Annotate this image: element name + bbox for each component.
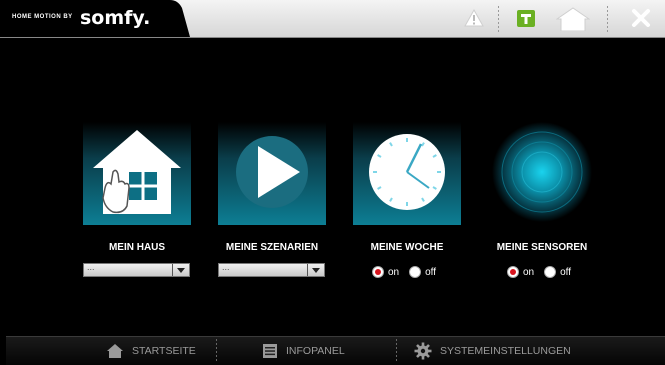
brand-subtitle: HOME MOTION BY [12,14,73,20]
device-icon[interactable] [515,7,537,29]
home-icon [107,344,123,358]
select-value: ... [222,262,230,272]
tile-label-meine-woche: MEINE WOCHE [370,242,444,253]
meine-szenarien-select[interactable]: ... [218,262,325,277]
meine-sensoren-toggle: on off [507,265,577,279]
bottom-separator [216,339,217,363]
clock-icon [369,134,445,210]
mein-haus-select[interactable]: ... [83,262,190,277]
select-value: ... [87,262,95,272]
nav-infopanel[interactable]: INFOPANEL [262,337,345,365]
play-icon [236,136,308,208]
meine-sensoren-on-radio[interactable] [507,266,519,278]
brand-name: somfy. [80,7,151,29]
meine-woche-toggle: on off [372,265,442,279]
tile-mein-haus[interactable] [83,122,191,225]
meine-woche-off-radio[interactable] [409,266,422,278]
nav-systemeinstellungen-label: SYSTEMEINSTELLUNGEN [440,345,571,357]
nav-systemeinstellungen[interactable]: SYSTEMEINSTELLUNGEN [414,337,571,365]
meine-woche-on-radio[interactable] [372,266,384,278]
house-icon [93,130,181,214]
radio-label-on: on [523,266,535,278]
nav-startseite[interactable]: STARTSEITE [106,337,196,365]
home-icon[interactable] [555,7,591,32]
tile-label-meine-sensoren: MEINE SENSOREN [496,242,588,253]
nav-infopanel-label: INFOPANEL [286,345,345,357]
nav-startseite-label: STARTSEITE [132,345,196,357]
tile-meine-szenarien[interactable] [218,122,326,225]
meine-sensoren-off-radio[interactable] [544,266,557,278]
sensor-icon [492,122,592,222]
gear-icon [414,342,432,360]
bottom-separator [396,339,397,363]
radio-label-on: on [388,266,400,278]
chevron-down-icon[interactable] [307,264,324,276]
bottom-bar: STARTSEITE INFOPANEL SYSTEMEINSTELLUNGEN [6,336,665,365]
tile-label-mein-haus: MEIN HAUS [108,242,166,253]
tile-meine-woche[interactable] [353,122,461,225]
tile-label-meine-szenarien: MEINE SZENARIEN [225,242,319,253]
brand-logo: HOME MOTION BY somfy. [0,0,190,37]
close-icon[interactable] [630,7,652,29]
chevron-down-icon[interactable] [172,264,189,276]
document-icon [263,344,277,358]
tile-meine-sensoren[interactable] [488,122,596,225]
radio-label-off: off [560,266,572,278]
warning-icon[interactable] [463,7,485,29]
titlebar-separator [607,6,608,32]
radio-label-off: off [425,266,437,278]
title-bar: HOME MOTION BY somfy. [0,0,665,38]
titlebar-separator [498,6,499,32]
